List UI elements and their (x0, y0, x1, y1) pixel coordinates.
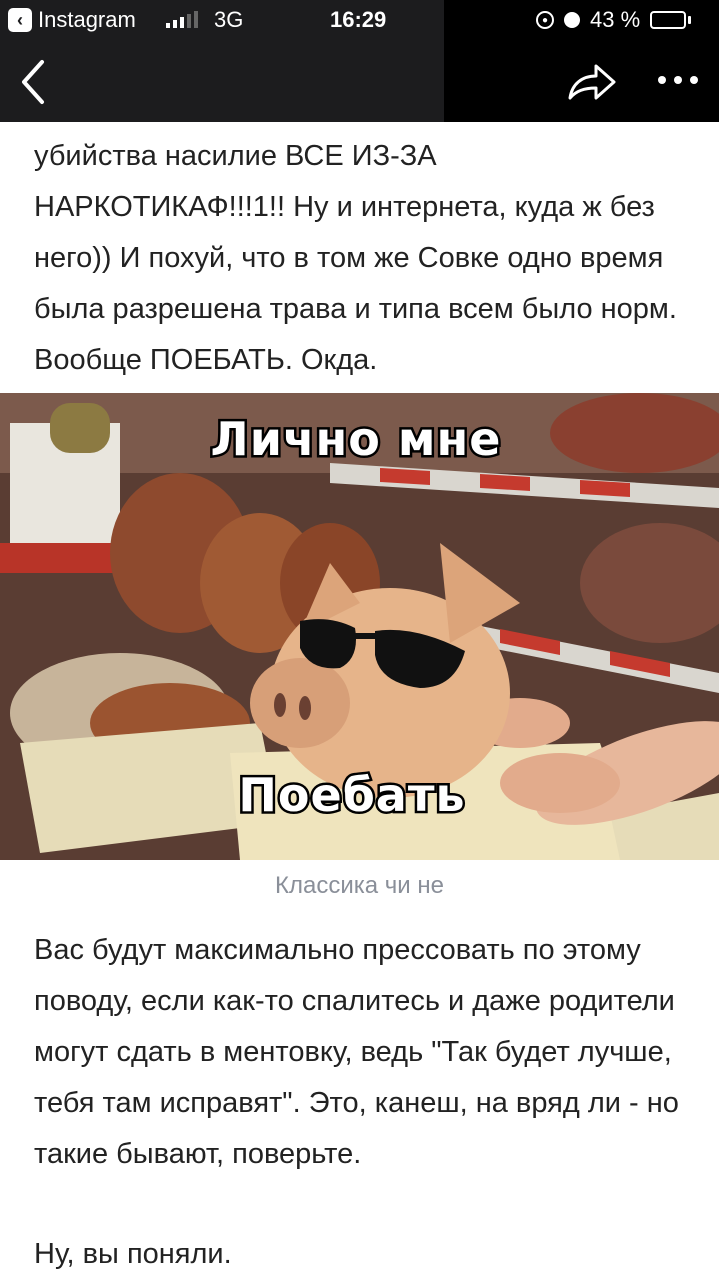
back-chevron-icon[interactable] (12, 54, 56, 110)
article-paragraph: Ну, вы поняли. (34, 1238, 232, 1270)
back-app-label: Instagram (38, 7, 136, 32)
back-to-app-button[interactable]: ‹ Instagram (8, 7, 136, 33)
meme-image[interactable]: Лично мне Поебать (0, 393, 719, 860)
more-icon[interactable] (650, 62, 706, 98)
clock: 16:29 (330, 7, 387, 32)
alarm-icon (564, 12, 580, 28)
signal-icon (166, 10, 198, 28)
nav-bar (0, 40, 719, 122)
meme-bottom-text: Поебать (238, 768, 465, 822)
image-caption: Классика чи не (275, 872, 444, 899)
battery-icon (650, 11, 692, 29)
article-paragraph: убийства насилие ВСЕ ИЗ-ЗА НАРКОТИКАФ!!!… (34, 140, 677, 376)
back-app-icon: ‹ (8, 8, 32, 32)
network-type: 3G (214, 7, 244, 32)
battery-percent: 43 % (590, 7, 641, 32)
meme-top-text: Лично мне (211, 412, 502, 466)
status-bar: ‹ Instagram 3G 16:29 ● 43 % (0, 0, 719, 40)
share-icon[interactable] (560, 56, 620, 106)
rotation-lock-icon: ● (536, 11, 554, 29)
article-paragraph: Вас будут максимально прессовать по этом… (34, 934, 679, 1170)
